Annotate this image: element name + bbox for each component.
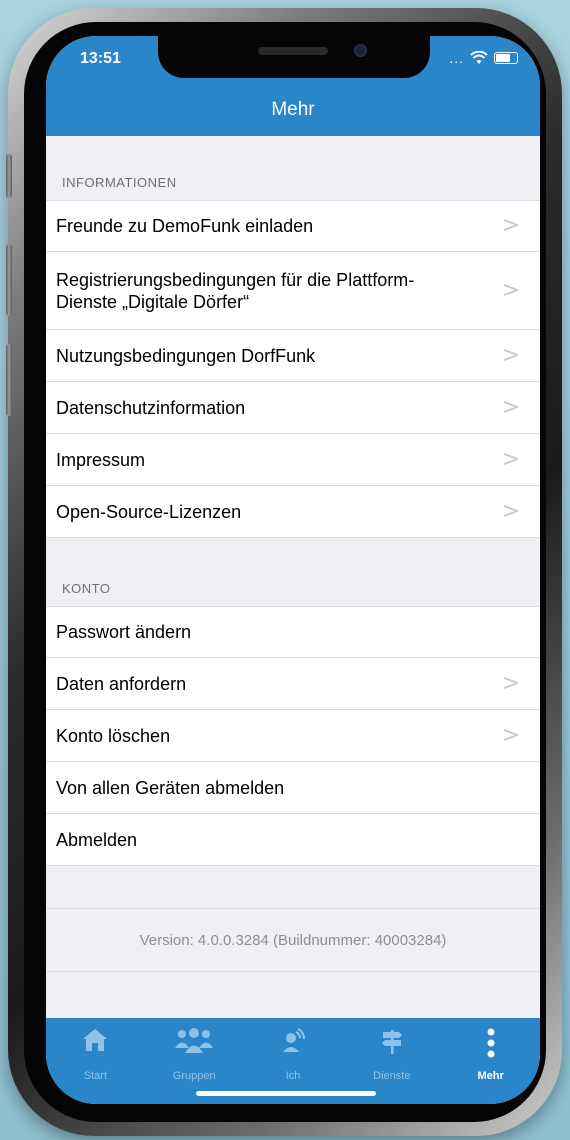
version-info: Version: 4.0.0.3284 (Buildnummer: 400032… xyxy=(46,908,540,972)
page-title: Mehr xyxy=(271,99,315,120)
menu-item-label: Von allen Geräten abmelden xyxy=(56,777,285,798)
chevron-right-icon: > xyxy=(501,670,520,696)
chevron-right-icon: > xyxy=(501,446,520,472)
volume-down-button xyxy=(6,344,12,416)
menu-item-logout-all-devices[interactable]: Von allen Geräten abmelden xyxy=(46,762,540,814)
version-text: Version: 4.0.0.3284 (Buildnummer: 400032… xyxy=(139,931,447,949)
menu-item-label: Passwort ändern xyxy=(56,622,192,642)
tab-label: Gruppen xyxy=(172,1070,216,1082)
menu-item-label: Abmelden xyxy=(56,829,138,850)
menu-item-terms-of-use[interactable]: Nutzungsbedingungen DorfFunk > xyxy=(46,330,540,382)
tab-mehr[interactable]: Mehr xyxy=(441,1018,540,1104)
section-header-informationen: INFORMATIONEN xyxy=(62,175,177,190)
chevron-right-icon: > xyxy=(501,213,520,238)
menu-item-logout[interactable]: Abmelden xyxy=(46,814,540,866)
screen: 13:51 ... Mehr INFORMATIONEN Freunde zu … xyxy=(46,36,540,1104)
menu-item-delete-account[interactable]: Konto löschen > xyxy=(46,710,540,762)
menu-item-privacy[interactable]: Datenschutzinformation > xyxy=(46,382,540,434)
groups-icon xyxy=(175,1028,214,1053)
signal-dots: ... xyxy=(449,50,464,66)
tab-start[interactable]: Start xyxy=(46,1018,145,1104)
menu-item-label: Freunde zu DemoFunk einladen xyxy=(56,216,314,236)
menu-item-label: Open-Source-Lizenzen xyxy=(56,501,242,522)
chevron-right-icon: > xyxy=(501,394,520,420)
chevron-right-icon: > xyxy=(501,277,520,303)
menu-item-request-data[interactable]: Daten anfordern > xyxy=(46,658,540,710)
home-indicator[interactable] xyxy=(196,1091,376,1096)
person-icon xyxy=(282,1028,305,1052)
status-time: 13:51 xyxy=(80,50,121,67)
home-icon xyxy=(83,1029,108,1051)
menu-item-imprint[interactable]: Impressum > xyxy=(46,434,540,486)
menu-item-label: Impressum xyxy=(56,449,146,470)
tab-label: Ich xyxy=(285,1070,301,1082)
tab-label: Dienste xyxy=(373,1070,411,1082)
notch xyxy=(158,36,430,78)
front-camera xyxy=(354,44,367,57)
battery-icon xyxy=(494,52,518,64)
menu-item-open-source-licenses[interactable]: Open-Source-Lizenzen > xyxy=(46,486,540,538)
menu-item-label: Konto löschen xyxy=(56,725,171,746)
tab-label: Mehr xyxy=(477,1070,504,1082)
nav-bar: 13:51 ... Mehr xyxy=(46,36,540,136)
menu-item-label: Datenschutzinformation xyxy=(56,397,246,418)
chevron-right-icon: > xyxy=(501,498,520,524)
mute-switch xyxy=(6,154,12,198)
menu-item-registration-terms[interactable]: Registrierungsbedingungen für die Plattf… xyxy=(46,252,540,330)
status-indicators: ... xyxy=(449,50,518,66)
chevron-right-icon: > xyxy=(501,342,520,368)
settings-list: INFORMATIONEN Freunde zu DemoFunk einlad… xyxy=(46,136,540,972)
menu-item-label: Registrierungsbedingungen für die Plattf… xyxy=(56,269,415,312)
chevron-right-icon: > xyxy=(501,722,520,748)
menu-item-invite-friends[interactable]: Freunde zu DemoFunk einladen > xyxy=(46,200,540,252)
more-vertical-icon xyxy=(487,1028,495,1058)
tab-label: Start xyxy=(83,1070,108,1082)
speaker-grille xyxy=(258,47,328,55)
menu-item-label: Daten anfordern xyxy=(56,673,187,694)
volume-up-button xyxy=(6,244,12,316)
signpost-icon xyxy=(381,1030,402,1054)
wifi-icon xyxy=(470,51,488,64)
menu-item-change-password[interactable]: Passwort ändern xyxy=(46,606,540,658)
section-header-konto: KONTO xyxy=(62,581,111,596)
menu-item-label: Nutzungsbedingungen DorfFunk xyxy=(56,345,316,366)
